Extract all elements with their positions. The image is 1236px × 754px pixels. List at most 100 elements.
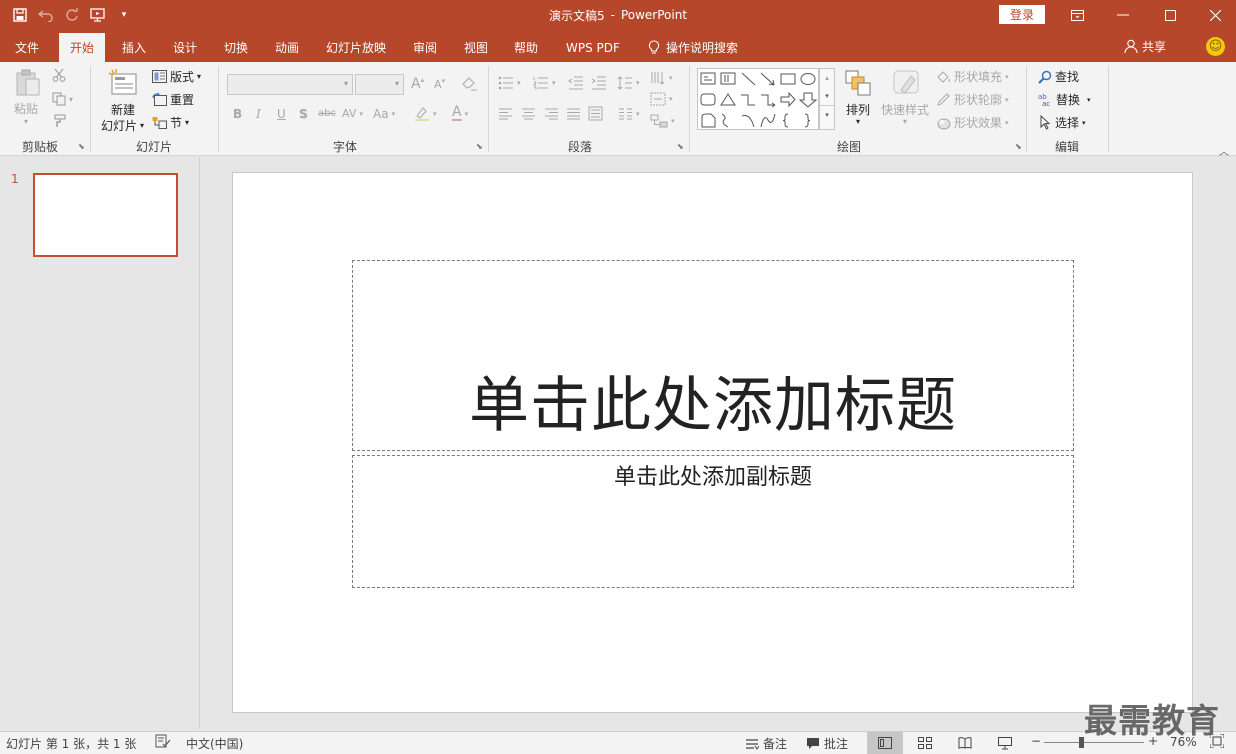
grow-font-icon[interactable]: A ▴ xyxy=(411,76,424,92)
numbering-icon[interactable]: ▾ xyxy=(533,76,556,90)
subtitle-placeholder[interactable]: 单击此处添加副标题 xyxy=(352,455,1074,588)
shapes-gallery-scroller[interactable]: ▴ ▾ ▾ xyxy=(819,68,835,130)
maximize-icon[interactable] xyxy=(1147,0,1193,30)
reset-button[interactable]: 重置 xyxy=(152,91,194,108)
login-button[interactable]: 登录 xyxy=(999,5,1045,24)
align-right-icon[interactable] xyxy=(544,108,559,120)
notes-button[interactable]: 备注 xyxy=(745,735,787,752)
quick-styles-icon[interactable] xyxy=(890,68,924,98)
zoom-slider-track[interactable] xyxy=(1044,742,1144,743)
font-color-icon[interactable]: A ▾ xyxy=(452,105,468,121)
collapse-ribbon-icon[interactable]: ︿ xyxy=(1219,143,1229,158)
tab-review[interactable]: 审阅 xyxy=(411,33,439,62)
text-direction-icon[interactable]: ▾ xyxy=(650,70,673,86)
shape-effects-button[interactable]: 形状效果 ▾ xyxy=(936,114,1009,131)
font-launcher-icon[interactable]: ⬊ xyxy=(476,142,483,151)
drawing-launcher-icon[interactable]: ⬊ xyxy=(1015,142,1022,151)
italic-button[interactable]: I xyxy=(256,107,261,121)
strikethrough-button[interactable]: abc xyxy=(318,108,336,119)
character-spacing-button[interactable]: AV ▾ xyxy=(342,107,363,120)
bold-button[interactable]: B xyxy=(233,107,242,121)
copy-icon[interactable]: ▾ xyxy=(52,92,73,106)
tab-insert[interactable]: 插入 xyxy=(120,33,148,62)
shape-outline-button[interactable]: 形状轮廓 ▾ xyxy=(936,91,1009,108)
scroll-up-icon[interactable]: ▴ xyxy=(820,69,834,87)
gallery-more-icon[interactable]: ▾ xyxy=(820,105,834,124)
align-left-icon[interactable] xyxy=(498,108,513,120)
change-case-button[interactable]: Aa ▾ xyxy=(373,107,395,121)
start-from-beginning-icon[interactable] xyxy=(86,3,110,27)
line-spacing-icon[interactable]: ▾ xyxy=(617,76,640,90)
justify-icon[interactable] xyxy=(566,108,581,120)
paste-dropdown-icon[interactable]: ▾ xyxy=(24,117,28,126)
text-shadow-button[interactable]: S xyxy=(299,107,308,121)
tab-help[interactable]: 帮助 xyxy=(512,33,540,62)
scroll-down-icon[interactable]: ▾ xyxy=(820,87,834,105)
align-center-icon[interactable] xyxy=(521,108,536,120)
arrange-button[interactable]: 排列 xyxy=(846,101,870,118)
redo-icon[interactable] xyxy=(60,3,84,27)
undo-icon[interactable] xyxy=(34,3,58,27)
tab-transitions[interactable]: 切换 xyxy=(222,33,250,62)
shape-fill-button[interactable]: 形状填充 ▾ xyxy=(936,68,1009,85)
language-status[interactable]: 中文(中国) xyxy=(186,735,243,752)
title-placeholder[interactable]: 单击此处添加标题 xyxy=(352,260,1074,451)
format-painter-icon[interactable] xyxy=(52,114,66,128)
tab-slideshow[interactable]: 幻灯片放映 xyxy=(324,33,388,62)
increase-indent-icon[interactable] xyxy=(591,76,607,90)
tab-wps-pdf[interactable]: WPS PDF xyxy=(564,33,622,62)
spell-check-icon[interactable] xyxy=(155,734,171,748)
arrange-dropdown-icon[interactable]: ▾ xyxy=(856,117,860,126)
decrease-indent-icon[interactable] xyxy=(568,76,584,90)
share-button[interactable]: 共享 xyxy=(1124,33,1166,59)
font-name-combobox[interactable]: ▾ xyxy=(227,74,353,95)
ribbon-display-icon[interactable] xyxy=(1054,0,1100,30)
feedback-smiley-icon[interactable]: ☺ xyxy=(1206,37,1225,56)
find-button[interactable]: 查找 xyxy=(1038,68,1079,85)
layout-button[interactable]: 版式 ▾ xyxy=(152,68,201,85)
new-slide-label-1[interactable]: 新建 xyxy=(111,101,135,118)
tab-animations[interactable]: 动画 xyxy=(273,33,301,62)
tab-file[interactable]: 文件 xyxy=(13,33,41,62)
slide-sorter-view-icon[interactable] xyxy=(907,732,943,754)
comments-button[interactable]: 批注 xyxy=(806,735,848,752)
arrange-icon[interactable] xyxy=(843,68,873,98)
customize-qat-icon[interactable]: ▾ xyxy=(112,3,136,27)
replace-button[interactable]: ab ac 替换 ▾ xyxy=(1038,91,1091,108)
zoom-out-button[interactable]: − xyxy=(1031,734,1041,748)
new-slide-icon[interactable] xyxy=(108,68,140,98)
slide-thumbnail[interactable] xyxy=(33,173,178,257)
cut-icon[interactable] xyxy=(52,68,66,82)
normal-view-icon[interactable] xyxy=(867,732,903,754)
tab-design[interactable]: 设计 xyxy=(171,33,199,62)
new-slide-button[interactable]: 幻灯片 ▾ xyxy=(101,117,144,134)
quick-styles-button[interactable]: 快速样式 xyxy=(881,101,929,118)
align-text-icon[interactable]: ▾ xyxy=(650,92,673,106)
quick-styles-dropdown-icon[interactable]: ▾ xyxy=(903,117,907,126)
shrink-font-icon[interactable]: A ▾ xyxy=(434,77,445,92)
underline-button[interactable]: U xyxy=(277,107,286,121)
tab-view[interactable]: 视图 xyxy=(462,33,490,62)
distributed-icon[interactable] xyxy=(588,106,603,121)
select-button[interactable]: 选择 ▾ xyxy=(1038,114,1086,131)
clear-formatting-icon[interactable] xyxy=(462,76,478,91)
clipboard-launcher-icon[interactable]: ⬊ xyxy=(78,142,85,151)
highlight-color-icon[interactable]: ▾ xyxy=(414,106,437,121)
slideshow-view-icon[interactable] xyxy=(987,732,1023,754)
paste-button[interactable]: 粘贴 xyxy=(14,100,38,117)
paste-icon[interactable] xyxy=(14,68,42,98)
reading-view-icon[interactable] xyxy=(947,732,983,754)
save-icon[interactable] xyxy=(8,3,32,27)
minimize-icon[interactable] xyxy=(1100,0,1146,30)
tab-home[interactable]: 开始 xyxy=(59,33,106,62)
close-icon[interactable] xyxy=(1192,0,1236,30)
bullets-icon[interactable]: ▾ xyxy=(498,76,521,90)
font-size-combobox[interactable]: ▾ xyxy=(355,74,404,95)
section-button[interactable]: 节 ▾ xyxy=(152,114,189,131)
smartart-icon[interactable]: ▾ xyxy=(650,114,675,128)
share-label: 共享 xyxy=(1142,39,1167,54)
shapes-gallery[interactable] xyxy=(697,68,819,130)
paragraph-launcher-icon[interactable]: ⬊ xyxy=(677,142,684,151)
columns-icon[interactable]: ▾ xyxy=(618,108,640,120)
tell-me-search[interactable]: 操作说明搜索 xyxy=(646,33,740,62)
